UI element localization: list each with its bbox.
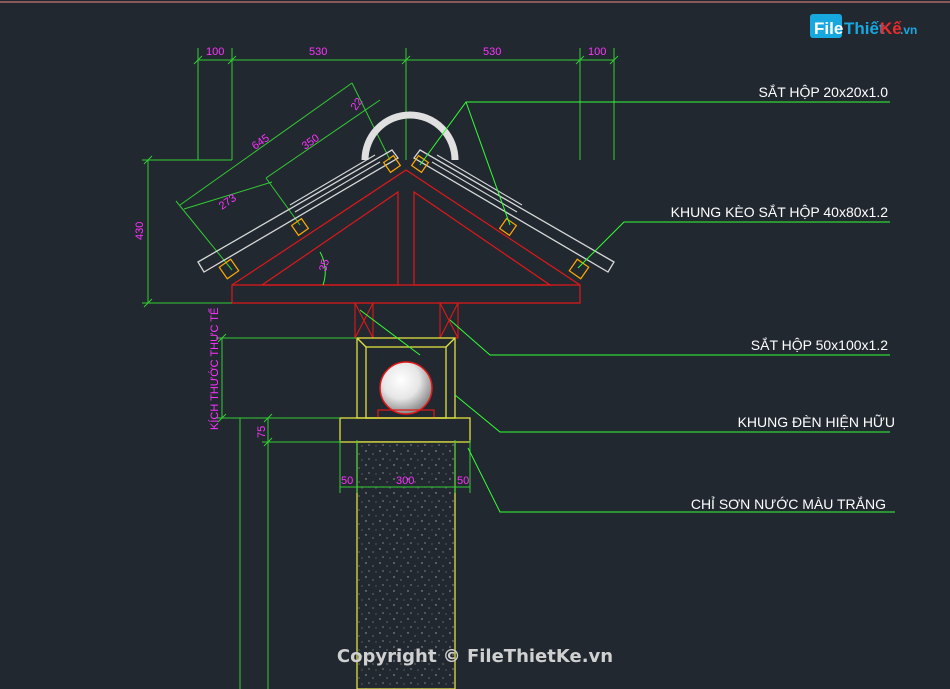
logo-thiet: Thiết: [844, 19, 885, 38]
logo-file: File: [814, 19, 843, 38]
dim-base-right: 50: [457, 475, 469, 487]
copyright-watermark: Copyright © FileThietKe.vn: [337, 646, 613, 667]
dim-base-left: 50: [341, 475, 353, 487]
logo-vn: .vn: [900, 23, 917, 37]
roof-height-dimension: [142, 155, 232, 308]
roof-truss: [231, 169, 581, 304]
label-molding: CHỈ SƠN NƯỚC MÀU TRẮNG: [691, 495, 886, 512]
roof-detail-drawing: File Thiết Kế .vn 100 530 530 100 430 64…: [0, 1, 950, 689]
dim-slope-top: 22: [349, 96, 366, 113]
dim-site-note: KÍCH THƯỚC THỰC TẾ: [208, 308, 221, 430]
column-cap: [339, 417, 471, 443]
dim-angle: 35: [317, 258, 332, 273]
dim-slope-total: 645: [250, 132, 272, 152]
dim-base-center: 300: [396, 475, 414, 487]
dim-right-overhang: 100: [588, 46, 606, 58]
dim-right-half: 530: [483, 46, 501, 58]
label-truss: KHUNG KÈO SẮT HỘP 40x80x1.2: [671, 203, 889, 220]
steel-posts: [354, 302, 459, 339]
dim-left-half: 530: [309, 46, 327, 58]
dim-slope-lower: 273: [217, 192, 239, 212]
label-post: SẮT HỘP 50x100x1.2: [751, 336, 888, 353]
dim-slope-upper: 350: [300, 132, 322, 152]
roof-sheet-right: [413, 149, 615, 273]
label-lamp-frame: KHUNG ĐÈN HIỆN HỮU: [738, 414, 895, 430]
roof-overlap-strips: [289, 154, 523, 213]
label-purlin: SẮT HỘP 20x20x1.0: [759, 83, 889, 100]
dim-left-overhang: 100: [206, 46, 224, 58]
dim-roof-height: 430: [134, 222, 146, 240]
roof-sheet-left: [197, 149, 399, 273]
site-logo: File Thiết Kế .vn: [810, 14, 917, 38]
lamp-globe: [379, 361, 433, 415]
logo-ke: Kế: [880, 19, 902, 38]
left-vertical-dimensions: [216, 333, 357, 689]
dim-cap-height: 75: [256, 426, 268, 438]
